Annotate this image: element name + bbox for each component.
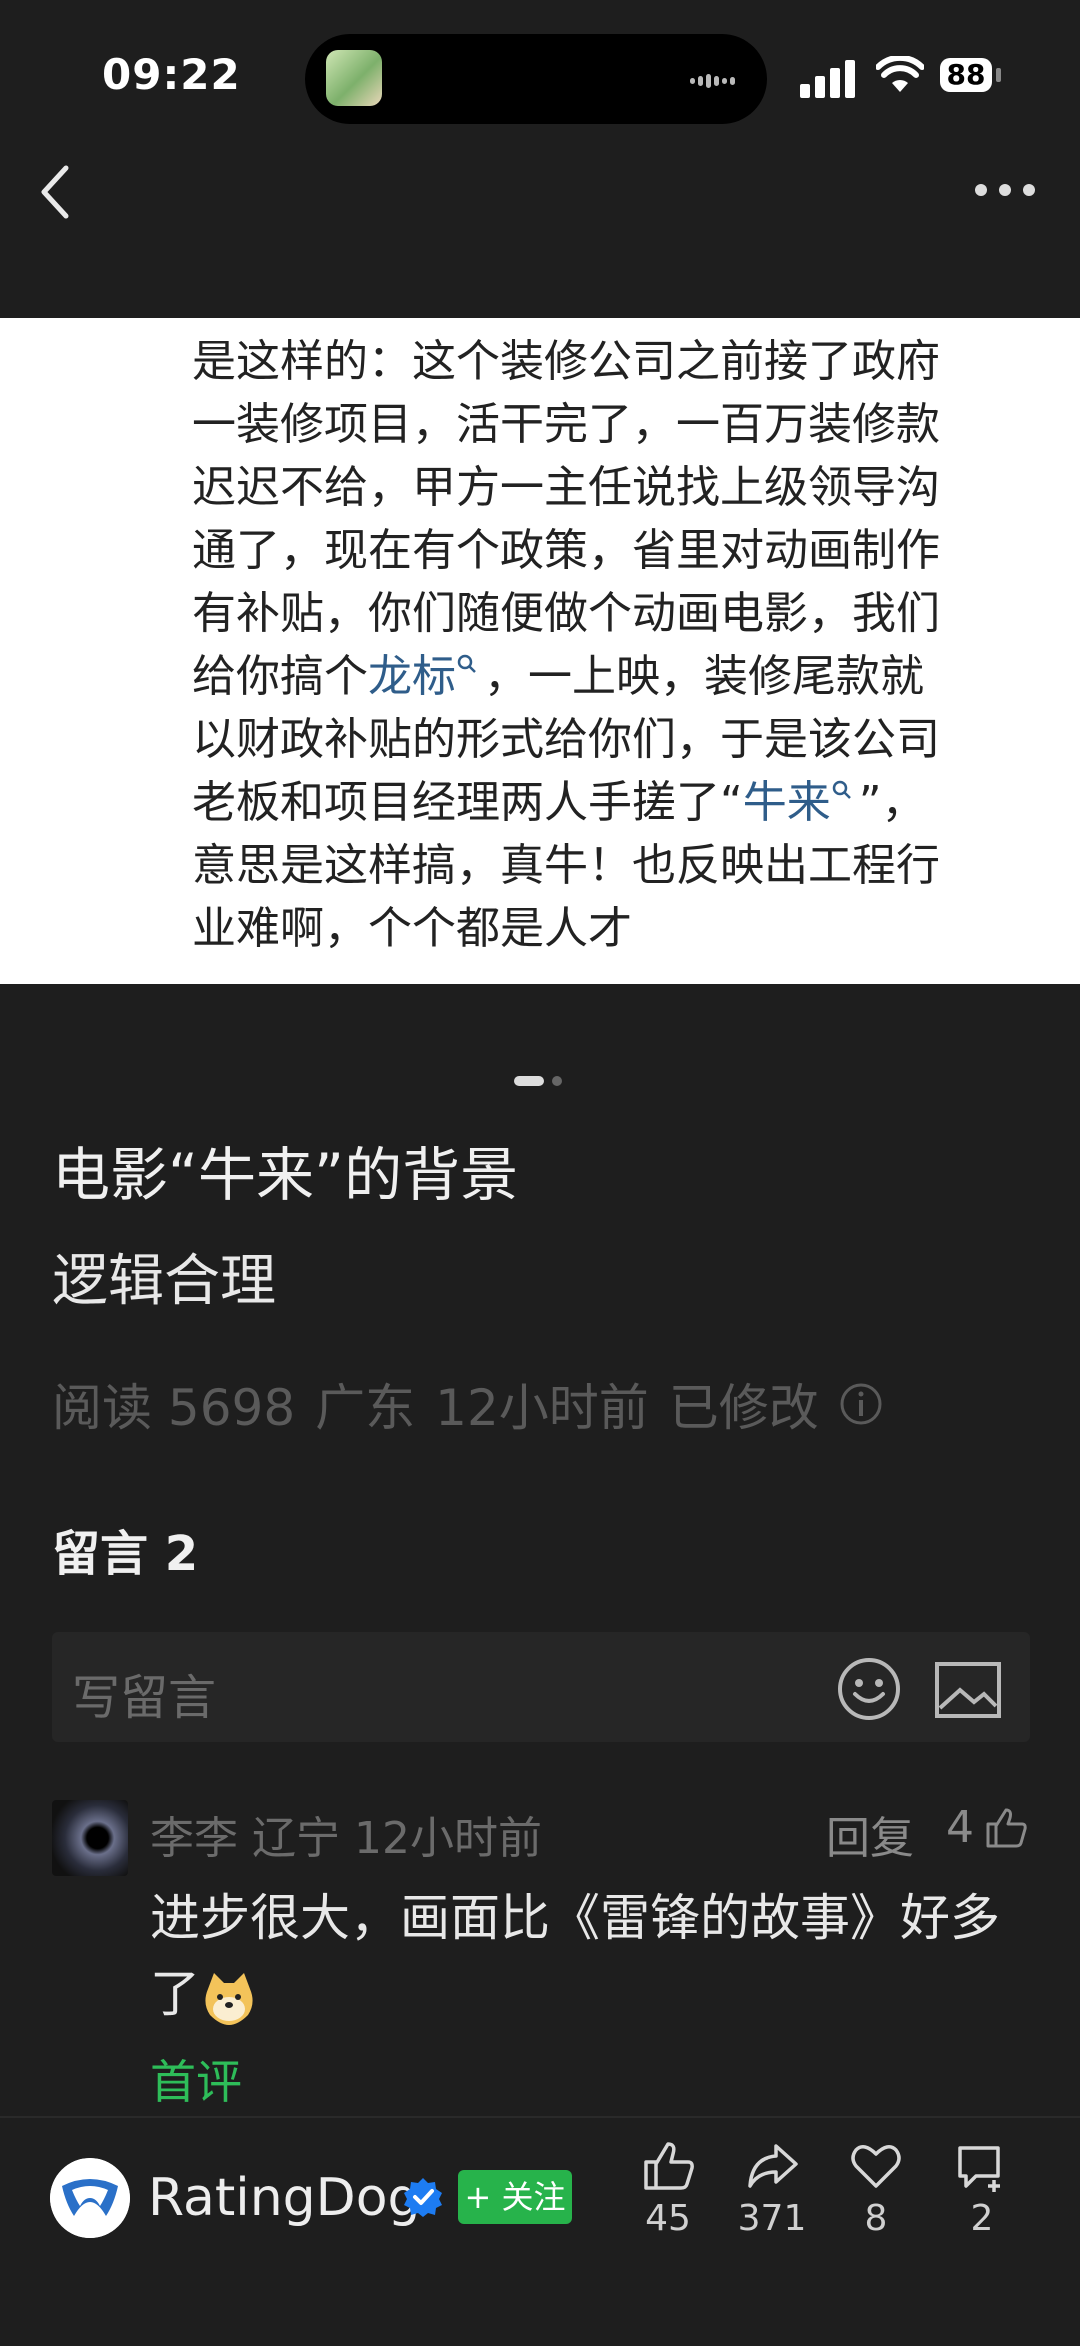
image-text-line: 意思是这样搞，真牛！也反映出工程行 [192, 840, 940, 891]
like-action[interactable]: 45 [618, 2138, 718, 2248]
favorite-action[interactable]: 8 [826, 2138, 926, 2248]
search-link-longbiao[interactable]: 龙标 [368, 651, 456, 702]
pager-dot [552, 1076, 562, 1086]
comments-header: 留言 2 [52, 1526, 199, 1582]
edited-label: 已修改 [668, 1379, 819, 1437]
first-comment-badge: 首评 [150, 2055, 242, 2109]
comment-like-count: 4 [946, 1802, 974, 1853]
image-text-line: 有补贴，你们随便做个动画电影，我们 [192, 588, 940, 639]
image-text-line: 迟迟不给，甲方一主任说找上级领导沟 [192, 462, 940, 513]
more-options-icon[interactable] [975, 182, 1035, 198]
read-count: 阅读 5698 [52, 1379, 296, 1437]
image-text-segment: ，一上映，装修尾款就 [484, 651, 924, 702]
wifi-icon [876, 56, 924, 92]
comment-text-segment: 了 [150, 1965, 200, 2023]
comment-input-placeholder: 写留言 [72, 1670, 217, 1726]
comment-count: 2 [970, 2198, 994, 2239]
emoji-icon[interactable] [836, 1656, 902, 1722]
image-text-line: 老板和项目经理两人手搓了“牛来 ”， [192, 771, 1022, 834]
share-count: 371 [737, 2198, 807, 2239]
image-text-line: 通了，现在有个政策，省里对动画制作 [192, 525, 940, 576]
image-text-segment: ”， [858, 777, 926, 828]
image-text-segment: 给你搞个 [192, 651, 368, 702]
like-count: 45 [645, 2198, 691, 2239]
comment-action[interactable]: 2 [932, 2138, 1032, 2248]
article-image-text: 是这样的：这个装修公司之前接了政府 一装修项目，活干完了，一百万装修款 迟迟不给… [192, 330, 1022, 960]
cellular-signal-icon [800, 58, 858, 98]
back-icon[interactable] [36, 162, 76, 222]
post-meta: 阅读 5698 广东 12小时前 已修改 [52, 1368, 883, 1440]
footer-divider [0, 2116, 1080, 2118]
image-text-line: 给你搞个龙标 ，一上映，装修尾款就 [192, 645, 1022, 708]
avatar[interactable] [52, 1800, 128, 1876]
battery-indicator: 88 [940, 58, 992, 92]
brand-logo[interactable] [50, 2158, 130, 2238]
doge-emoji-icon [205, 1972, 253, 2025]
thumbs-up-icon[interactable] [982, 1804, 1030, 1852]
image-text-line: 业难啊，个个都是人才 [192, 903, 632, 954]
audio-wave-icon [690, 70, 744, 88]
status-time: 09:22 [102, 50, 241, 99]
post-body: 逻辑合理 [52, 1249, 276, 1314]
post-location: 广东 [315, 1379, 416, 1437]
post-title: 电影“牛来”的背景 [52, 1141, 519, 1209]
image-text-segment: 老板和项目经理两人手搓了“ [192, 777, 743, 828]
image-text-line: 是这样的：这个装修公司之前接了政府 [192, 336, 940, 387]
comment-location: 辽宁 [252, 1813, 340, 1864]
now-playing-thumbnail [326, 50, 382, 106]
search-icon [832, 780, 851, 799]
post-time: 12小时前 [435, 1379, 649, 1437]
comment-meta: 李李 辽宁 12小时前 [150, 1802, 542, 1866]
thumbs-up-icon [644, 2142, 694, 2190]
search-link-niulai[interactable]: 牛来 [743, 777, 831, 828]
comment-icon [958, 2146, 1000, 2192]
comment-author[interactable]: 李李 [150, 1813, 238, 1864]
info-icon[interactable] [839, 1382, 883, 1426]
comment-text-line: 进步很大，画面比《雷锋的故事》好多 [150, 1889, 1000, 1947]
image-text-line: 一装修项目，活干完了，一百万装修款 [192, 399, 940, 450]
pager-dot-active [514, 1076, 544, 1086]
search-icon [457, 654, 476, 673]
author-name[interactable]: RatingDog [148, 2168, 421, 2228]
comment-time: 12小时前 [354, 1813, 542, 1864]
follow-button[interactable]: + 关注 [458, 2170, 572, 2224]
share-icon [748, 2144, 798, 2188]
battery-tip [996, 68, 1001, 82]
reply-button[interactable]: 回复 [826, 1802, 914, 1866]
image-icon[interactable] [934, 1660, 1002, 1720]
comment-text: 进步很大，画面比《雷锋的故事》好多 了 [150, 1880, 1030, 2032]
favorite-count: 8 [864, 2198, 888, 2239]
comment-text-line-2: 了 [150, 1956, 1030, 2032]
image-text-line: 以财政补贴的形式给你们，于是该公司 [192, 714, 940, 765]
verified-badge-icon [404, 2178, 442, 2217]
share-action[interactable]: 371 [722, 2138, 822, 2248]
heart-icon [851, 2145, 901, 2188]
